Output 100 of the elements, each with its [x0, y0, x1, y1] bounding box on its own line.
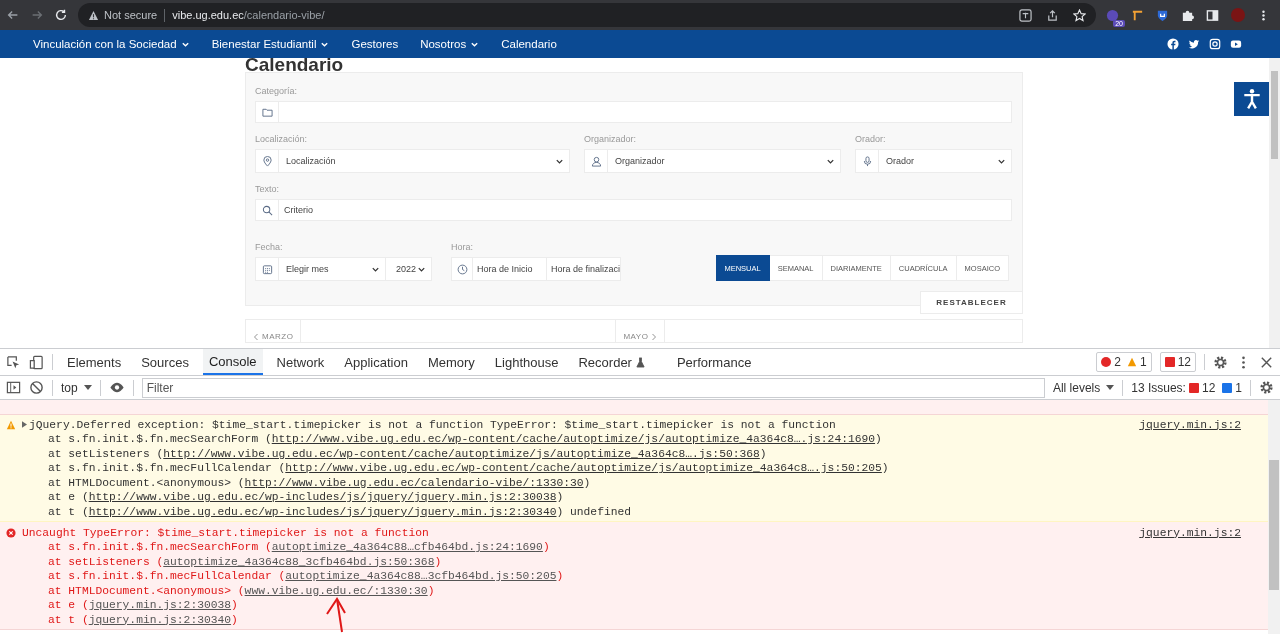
organizer-select[interactable]: Organizador [584, 149, 841, 173]
devtools-tab[interactable]: Elements [61, 349, 128, 375]
next-month-link[interactable]: MAYO [615, 320, 666, 342]
nav-link[interactable]: Nosotros [420, 38, 480, 50]
filter-field[interactable]: Filter [141, 377, 1045, 398]
stack-frame: at e (http://www.vibe.ug.edu.ec/wp-includes/js/jquery/jquery.min.js:2:30038) [6, 490, 1268, 505]
person-icon [590, 155, 602, 167]
message-text: jQuery.Deferred exception: $time_start.timepicker is not a function TypeError: $time_start.timepicker is not a function [29, 418, 836, 431]
issue-error-icon [1164, 357, 1175, 367]
nav-link[interactable]: Calendario [501, 38, 557, 50]
reset-button[interactable]: RESTABLECER [920, 291, 1023, 314]
clear-console-icon[interactable] [29, 380, 44, 395]
stack-link[interactable]: autoptimize_4a364c88…3cfb464bd.js:50:205 [285, 570, 557, 582]
page-title: Calendario [245, 58, 345, 72]
stack-frame: at setListeners (http://www.vibe.ug.edu.ec/wp-content/cache/autoptimize/js/autoptimize_4a364c8….js:50:368) [6, 446, 1268, 461]
stack-link[interactable]: http://www.vibe.ug.edu.ec/wp-includes/js/jquery/jquery.min.js:2:30340 [88, 505, 557, 518]
translate-icon[interactable] [1019, 8, 1032, 22]
eye-icon[interactable] [108, 380, 125, 395]
hand-drawn-arrow [326, 597, 346, 633]
facebook-icon[interactable] [1167, 38, 1179, 50]
youtube-icon[interactable] [1230, 38, 1242, 50]
stack-link[interactable]: autoptimize_4a364c88…cfb464bd.js:24:1690 [271, 541, 543, 553]
devtools-tab[interactable]: Console [202, 349, 263, 375]
issues-label: 13 Issues: [1131, 380, 1186, 395]
message-text: Uncaught TypeError: $time_start.timepicker is not a function [22, 526, 429, 539]
source-link[interactable]: jquery.min.js:2 [1139, 418, 1241, 431]
stack-link[interactable]: http://www.vibe.ug.edu.ec/calendario-vibe/:1330:30 [244, 476, 584, 489]
previous-month-link[interactable]: MARZO [246, 320, 302, 342]
location-select[interactable]: Localización [255, 149, 570, 173]
stack-link[interactable]: www.vibe.ug.edu.ec/:1330:30 [244, 584, 428, 597]
end-time-field[interactable]: Hora de finalizaci [547, 257, 621, 281]
nav-link[interactable]: Bienestar Estudiantil [211, 38, 330, 50]
error-count: 2 [1114, 355, 1121, 369]
error-icon [1101, 357, 1112, 367]
field-label: Orador: [855, 134, 887, 144]
devtools-tab[interactable]: Lighthouse [488, 349, 565, 375]
field-label: Texto: [255, 184, 280, 194]
address-bar[interactable]: Not secure vibe.ug.edu.ec/calendario-vibe/ [78, 3, 1096, 27]
stack-link[interactable]: http://www.vibe.ug.edu.ec/wp-includes/js/jquery/jquery.min.js:2:30038 [88, 491, 557, 503]
settings-icon[interactable] [1259, 380, 1274, 395]
back-icon[interactable] [6, 8, 20, 22]
issue-error-icon [1188, 382, 1199, 393]
devtools-tab[interactable]: Recorder [572, 349, 663, 375]
console-scrollbar[interactable] [1268, 400, 1280, 634]
device-toolbar-icon[interactable] [29, 354, 44, 370]
stack-frame: at HTMLDocument.<anonymous> (www.vibe.ug.edu.ec/:1330:30) [6, 583, 1268, 598]
stack-link[interactable]: autoptimize_4a364c88_3cfb464bd.js:50:368 [163, 555, 435, 568]
context-selector[interactable]: top [61, 380, 92, 395]
security-label: Not secure [104, 9, 158, 21]
error-icon [6, 527, 16, 538]
field-label: Localización: [255, 134, 309, 144]
devtools-tab[interactable]: Application [338, 349, 414, 375]
month-select[interactable]: Elegir mes [255, 257, 386, 281]
settings-icon[interactable] [1213, 354, 1228, 370]
page-scrollbar[interactable] [1269, 58, 1280, 348]
stack-frame: at setListeners (autoptimize_4a364c88_3cfb464bd.js:50:368) [6, 554, 1268, 569]
inspect-icon[interactable] [6, 354, 21, 370]
caret-icon [1106, 385, 1115, 390]
stack-link[interactable]: http://www.vibe.ug.edu.ec/wp-content/cache/autoptimize/js/autoptimize_4a364c8….js:24:1690 [271, 433, 876, 445]
devtools-tab[interactable]: Memory [421, 349, 481, 375]
devtools-tab[interactable]: Network [270, 349, 331, 375]
source-link[interactable]: jquery.min.js:2 [1139, 526, 1241, 539]
shield-icon[interactable] [1156, 8, 1169, 22]
search-icon [261, 204, 273, 216]
devtools-tab[interactable]: Sources [135, 349, 195, 375]
search-bar[interactable]: Criterio [255, 199, 1012, 221]
stack-frame: at e (jquery.min.js:2:30038) [6, 598, 1268, 613]
nav-link[interactable]: Vinculación con la Sociedad [33, 38, 190, 50]
instagram-icon[interactable] [1209, 38, 1221, 50]
field-label: Organizador: [584, 134, 638, 144]
puzzle-icon[interactable] [1181, 8, 1194, 22]
sidebar-icon[interactable] [1206, 8, 1219, 22]
expand-triangle-icon[interactable] [22, 421, 27, 428]
devtools-tab[interactable]: Performance [670, 349, 758, 375]
stack-link[interactable]: http://www.vibe.ug.edu.ec/wp-content/cache/autoptimize/js/autoptimize_4a364c8….js:50:205 [285, 462, 882, 474]
sidebar-toggle-icon[interactable] [6, 380, 21, 395]
issues-button[interactable]: 13 Issues: 12 1 [1131, 380, 1242, 395]
stack-link[interactable]: jquery.min.js:2:30340 [88, 613, 232, 626]
accessibility-button[interactable] [1234, 82, 1269, 116]
field-label: Fecha: [255, 242, 284, 252]
issues-counter[interactable]: 12 [1159, 352, 1196, 372]
stack-frame: at s.fn.init.$.fn.mecSearchForm (http://www.vibe.ug.edu.ec/wp-content/cache/autoptimize/js/autoptimize_4a364c8….js:24:1690) [6, 432, 1268, 447]
message-counter[interactable]: 2 1 [1096, 352, 1152, 372]
nav-link[interactable]: Gestores [351, 38, 399, 50]
year-select[interactable]: 2022 [386, 257, 432, 281]
twitter-icon[interactable] [1188, 38, 1200, 50]
search-input[interactable]: Criterio [279, 204, 1011, 216]
stack-link[interactable]: http://www.vibe.ug.edu.ec/wp-content/cache/autoptimize/js/autoptimize_4a364c8….js:50:368 [163, 447, 760, 460]
category-field[interactable] [255, 101, 1012, 123]
share-icon[interactable] [1046, 8, 1059, 22]
stack-link[interactable]: jquery.min.js:2:30038 [88, 599, 232, 611]
field-label: Categoría: [255, 86, 299, 96]
microphone-icon [861, 155, 873, 167]
star-icon[interactable] [1073, 8, 1086, 22]
warning-icon [88, 9, 99, 21]
speaker-select[interactable]: Orador [855, 149, 1012, 173]
chevron-left-icon [253, 333, 259, 341]
reload-icon[interactable] [54, 8, 68, 22]
log-levels-dropdown[interactable]: All levels [1052, 380, 1115, 395]
start-time-field[interactable]: Hora de Inicio [473, 257, 547, 281]
